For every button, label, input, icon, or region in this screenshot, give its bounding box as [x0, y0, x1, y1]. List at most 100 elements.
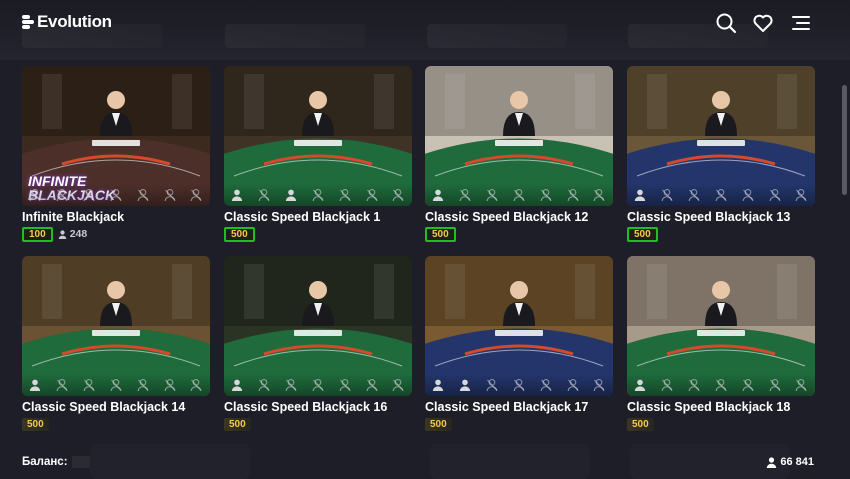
- seat-icon: [258, 379, 270, 391]
- min-bet-badge: 500: [224, 417, 251, 431]
- header: Evolution: [0, 0, 850, 46]
- bet-info: 500: [627, 226, 658, 242]
- table-name: Classic Speed Blackjack 13: [627, 210, 791, 224]
- table-thumbnail[interactable]: [224, 256, 412, 396]
- table-thumbnail[interactable]: [224, 66, 412, 206]
- seat-icon: [486, 189, 498, 201]
- evolution-logo-icon: [22, 14, 34, 30]
- seat-row: [224, 184, 412, 206]
- min-bet-badge: 500: [224, 226, 255, 242]
- min-bet-badge: 500: [22, 417, 49, 431]
- person-icon: [767, 456, 777, 468]
- total-players: 66 841: [766, 456, 814, 468]
- seat-row: [22, 184, 210, 206]
- seat-row: [425, 374, 613, 396]
- seat-row: [224, 374, 412, 396]
- seat-icon: [232, 189, 243, 201]
- min-bet-badge: 500: [627, 417, 654, 431]
- seat-icon: [339, 379, 351, 391]
- brand-name: Evolution: [37, 12, 112, 31]
- seat-row: [627, 374, 815, 396]
- seat-row: [627, 184, 815, 206]
- seat-icon: [688, 189, 700, 201]
- seat-icon: [56, 189, 68, 201]
- seat-icon: [486, 379, 498, 391]
- seat-icon: [191, 189, 202, 201]
- background-ghost: [90, 444, 250, 479]
- bet-info: 500: [22, 416, 49, 432]
- min-bet-badge: 500: [425, 417, 452, 431]
- bet-info: 500: [425, 226, 456, 242]
- seat-icon: [513, 379, 525, 391]
- table-thumbnail[interactable]: [425, 256, 613, 396]
- scrollbar[interactable]: [842, 85, 847, 195]
- seat-icon: [635, 189, 646, 201]
- menu-icon[interactable]: [790, 12, 812, 34]
- balance-value-hidden: [71, 456, 90, 468]
- seat-icon: [110, 379, 122, 391]
- table-thumbnail[interactable]: INFINITEBLACKJACK: [22, 66, 210, 206]
- seat-icon: [433, 189, 444, 201]
- seat-icon: [232, 379, 243, 391]
- seat-icon: [83, 379, 95, 391]
- seat-icon: [460, 379, 471, 391]
- table-thumbnail[interactable]: [627, 66, 815, 206]
- table-name: Classic Speed Blackjack 12: [425, 210, 589, 224]
- seat-icon: [137, 379, 149, 391]
- seat-icon: [30, 379, 41, 391]
- table-name: Classic Speed Blackjack 17: [425, 400, 589, 414]
- seat-icon: [715, 189, 727, 201]
- bet-info: 500: [627, 416, 654, 432]
- seat-icon: [796, 379, 807, 391]
- table-thumbnail[interactable]: [425, 66, 613, 206]
- balance-label: Баланс:: [22, 456, 68, 468]
- seat-icon: [191, 379, 202, 391]
- seat-icon: [56, 379, 68, 391]
- seat-icon: [742, 189, 754, 201]
- seat-icon: [30, 189, 41, 201]
- seat-icon: [513, 189, 525, 201]
- background-ghost: [430, 444, 590, 479]
- heart-icon[interactable]: [752, 12, 774, 34]
- seat-icon: [769, 379, 780, 391]
- seat-row: [22, 374, 210, 396]
- seat-icon: [258, 189, 270, 201]
- min-bet-badge: 500: [425, 226, 456, 242]
- table-name: Classic Speed Blackjack 14: [22, 400, 186, 414]
- seat-icon: [567, 379, 578, 391]
- balance: Баланс:: [22, 456, 90, 468]
- seat-icon: [661, 189, 673, 201]
- seat-icon: [110, 189, 122, 201]
- seat-icon: [312, 379, 324, 391]
- table-name: Infinite Blackjack: [22, 210, 125, 224]
- seat-icon: [164, 379, 175, 391]
- seat-icon: [137, 189, 149, 201]
- table-thumbnail[interactable]: [627, 256, 815, 396]
- seat-icon: [459, 189, 471, 201]
- player-count-value: 248: [69, 228, 88, 240]
- bet-info: 100 248: [22, 226, 87, 242]
- seat-icon: [339, 189, 351, 201]
- seat-icon: [393, 189, 404, 201]
- bet-info: 500: [224, 226, 255, 242]
- seat-icon: [742, 379, 754, 391]
- seat-icon: [661, 379, 673, 391]
- brand-logo[interactable]: Evolution: [22, 12, 112, 32]
- seat-icon: [393, 379, 404, 391]
- seat-icon: [594, 379, 605, 391]
- table-thumbnail[interactable]: [22, 256, 210, 396]
- seat-icon: [285, 189, 297, 201]
- search-icon[interactable]: [715, 12, 737, 34]
- min-bet-badge: 500: [627, 226, 658, 242]
- person-icon: [58, 229, 67, 239]
- seat-icon: [83, 189, 95, 201]
- seat-icon: [567, 189, 578, 201]
- min-bet-badge: 100: [22, 226, 53, 242]
- table-name: Classic Speed Blackjack 18: [627, 400, 791, 414]
- seat-icon: [635, 379, 646, 391]
- seat-icon: [433, 379, 444, 391]
- table-name: Classic Speed Blackjack 1: [224, 210, 381, 224]
- total-players-count: 66 841: [780, 456, 814, 468]
- seat-icon: [164, 189, 175, 201]
- seat-icon: [366, 189, 377, 201]
